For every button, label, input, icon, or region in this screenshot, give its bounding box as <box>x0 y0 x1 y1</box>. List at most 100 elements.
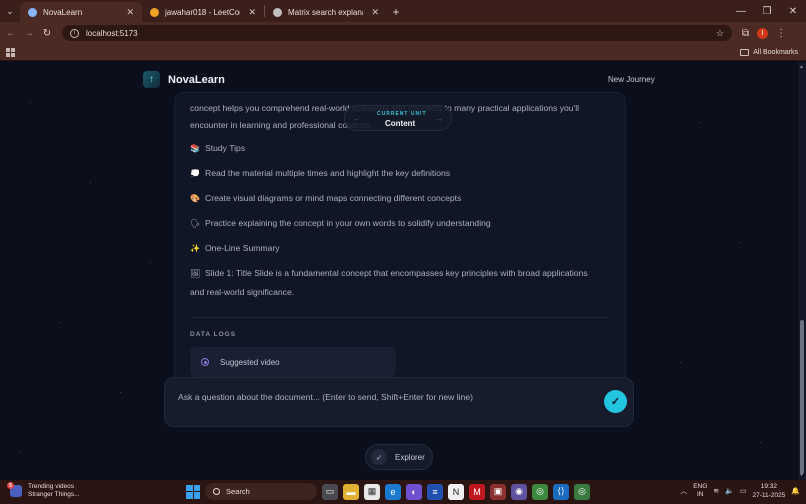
extensions-icon[interactable]: ⧉ <box>742 28 749 39</box>
trending-widget[interactable]: 5 Trending videos Stranger Things... <box>7 482 80 499</box>
tip-text: Create visual diagrams or mind maps conn… <box>205 193 462 203</box>
taskbar-search[interactable]: Search <box>205 483 317 500</box>
reload-icon[interactable]: ↻ <box>38 22 56 44</box>
copilot-icon[interactable]: ◐ <box>406 483 422 500</box>
store-icon[interactable]: ▦ <box>364 483 380 500</box>
tray-chevron-icon[interactable]: ︿ <box>680 486 687 496</box>
tab-matrix-search[interactable]: Matrix search explanation ✕ <box>265 2 387 22</box>
picture-icon: 🖼 <box>190 268 201 278</box>
browser-tabstrip: ⌄ NovaLearn ✕ jawahar018 - LeetCode Prof… <box>0 0 806 22</box>
apps-grid-icon[interactable] <box>6 47 15 57</box>
profile-avatar[interactable]: I <box>757 27 769 39</box>
file-explorer-icon[interactable]: ▬ <box>343 483 359 500</box>
sparkles-icon: ✨ <box>190 243 200 253</box>
target-icon <box>201 358 209 366</box>
brand[interactable]: ↑ NovaLearn <box>143 71 225 88</box>
bookmark-star-icon[interactable]: ☆ <box>716 28 724 39</box>
summary-line-2: and real-world significance. <box>190 287 295 297</box>
compass-icon: ➶ <box>371 449 387 465</box>
terminal-icon[interactable]: ≡ <box>427 483 443 500</box>
vscode-icon[interactable]: ⟨⟩ <box>553 483 569 500</box>
tab-search-chevron-icon[interactable]: ⌄ <box>0 0 20 22</box>
close-tab-icon[interactable]: ✕ <box>371 7 379 18</box>
tip-item: 💭 Read the material multiple times and h… <box>190 168 450 178</box>
explorer-label: Explorer <box>395 452 425 462</box>
summary-line-1: 🖼 Slide 1: Title Slide is a fundamental … <box>190 268 588 278</box>
notion-icon[interactable]: N <box>448 483 464 500</box>
chrome-profile-icon[interactable]: ◎ <box>574 483 590 500</box>
books-icon: 📚 <box>190 143 200 153</box>
back-icon[interactable]: ← <box>2 22 20 44</box>
prev-unit-icon[interactable]: ← <box>353 114 361 123</box>
address-bar[interactable]: i localhost:5173 ☆ <box>62 25 732 41</box>
send-button[interactable]: ✓ <box>604 390 627 413</box>
tip-item: 🎨 Create visual diagrams or mind maps co… <box>190 193 461 203</box>
app-page: ↑ NovaLearn New Journey concept helps yo… <box>0 62 806 480</box>
lang-line-1: ENG <box>693 483 708 490</box>
notification-bell-icon[interactable]: 🔔 <box>791 487 800 495</box>
mcafee-icon[interactable]: M <box>469 483 485 500</box>
wifi-icon[interactable]: ≋ <box>713 487 719 495</box>
windows-start-icon[interactable] <box>186 484 200 499</box>
window-controls: — ❐ ✕ <box>728 0 806 22</box>
suggested-video-item[interactable]: Suggested video <box>190 347 396 377</box>
ask-question-input[interactable]: Ask a question about the document... (En… <box>164 377 634 427</box>
speaker-icon: 🗣 <box>190 218 201 228</box>
scroll-up-icon[interactable]: ▲ <box>799 64 804 70</box>
tip-text: Read the material multiple times and hig… <box>205 168 451 178</box>
all-bookmarks-button[interactable]: All Bookmarks <box>740 48 798 56</box>
divider <box>190 317 610 318</box>
current-unit-value: Content <box>385 119 416 128</box>
photos-icon[interactable]: ▣ <box>490 483 506 500</box>
summary-text: Slide 1: Title Slide is a fundamental co… <box>205 268 588 278</box>
next-unit-icon[interactable]: → <box>435 114 443 123</box>
tab-novalearn[interactable]: NovaLearn ✕ <box>20 2 142 22</box>
brand-name: NovaLearn <box>168 73 225 86</box>
trending-line-2: Stranger Things... <box>28 491 80 498</box>
close-window-icon[interactable]: ✕ <box>780 0 806 22</box>
study-tips-heading: 📚 Study Tips <box>190 143 245 153</box>
chat-icon <box>273 7 282 17</box>
tab-title: Matrix search explanation <box>288 7 363 17</box>
explorer-button[interactable]: ➶ Explorer <box>365 444 433 470</box>
novalearn-logo-icon: ↑ <box>143 71 160 88</box>
chrome-icon[interactable]: ◎ <box>532 483 548 500</box>
site-info-icon[interactable]: i <box>70 28 79 38</box>
checkmark-icon: ✓ <box>610 396 621 408</box>
new-journey-link[interactable]: New Journey <box>608 75 655 84</box>
page-scrollbar[interactable]: ▲ ▼ <box>798 62 806 480</box>
close-tab-icon[interactable]: ✕ <box>248 7 256 18</box>
scrollbar-thumb[interactable] <box>800 320 804 474</box>
menu-kebab-icon[interactable]: ⋮ <box>776 28 786 39</box>
tip-text: Practice explaining the concept in your … <box>205 218 491 228</box>
trending-line-1: Trending videos <box>28 483 75 490</box>
forward-icon[interactable]: → <box>20 22 38 44</box>
language-indicator[interactable]: ENG IN <box>693 483 707 499</box>
current-unit-label: CURRENT UNIT <box>377 111 427 117</box>
scroll-down-icon[interactable]: ▼ <box>799 472 804 478</box>
summary-heading: ✨ One-Line Summary <box>190 243 280 253</box>
leetcode-icon <box>150 7 159 17</box>
folder-icon <box>740 48 750 56</box>
ask-placeholder: Ask a question about the document... (En… <box>178 392 473 402</box>
tab-leetcode[interactable]: jawahar018 - LeetCode Profile ✕ <box>142 2 264 22</box>
all-bookmarks-label: All Bookmarks <box>753 48 798 56</box>
speech-bubble-icon: 💭 <box>190 168 200 178</box>
notification-badge: 5 <box>7 482 14 489</box>
battery-icon[interactable]: ▭ <box>740 487 747 495</box>
volume-icon[interactable]: 🔈 <box>725 487 734 495</box>
task-view-icon[interactable]: ▭ <box>322 483 338 500</box>
widgets-icon: 5 <box>7 482 22 497</box>
minimize-icon[interactable]: — <box>728 0 754 22</box>
edge-icon[interactable]: e <box>385 483 401 500</box>
study-tips-text: Study Tips <box>205 143 246 153</box>
clock-date: 27-11-2025 <box>752 492 786 499</box>
restore-icon[interactable]: ❐ <box>754 0 780 22</box>
close-tab-icon[interactable]: ✕ <box>126 7 134 18</box>
current-unit-indicator: ← CURRENT UNIT Content → <box>344 105 452 131</box>
new-tab-icon[interactable]: + <box>387 2 405 22</box>
globe-icon <box>28 7 37 17</box>
clock[interactable]: 19:32 27-11-2025 <box>753 482 786 500</box>
palette-icon: 🎨 <box>190 193 200 203</box>
obs-icon[interactable]: ◉ <box>511 483 527 500</box>
